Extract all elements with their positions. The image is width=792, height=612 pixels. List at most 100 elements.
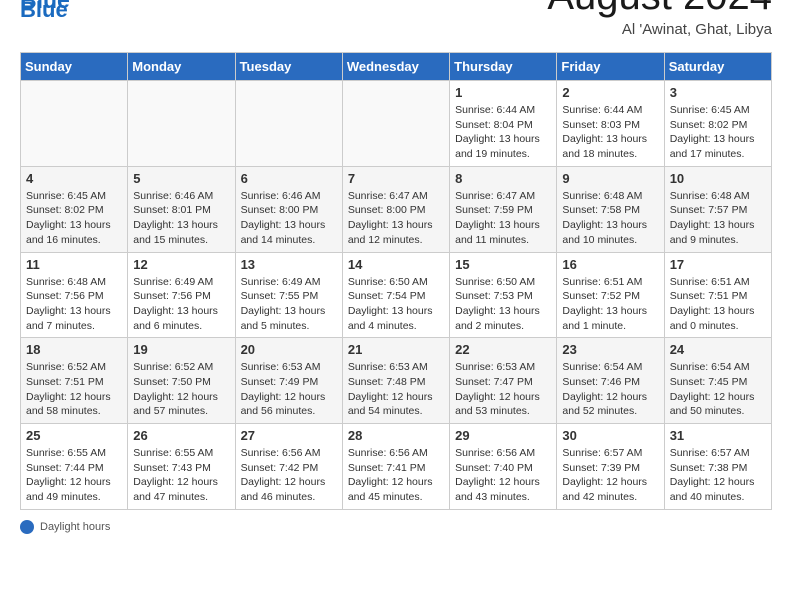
calendar-cell: 23 Sunrise: 6:54 AM Sunset: 7:46 PM Dayli… bbox=[557, 338, 664, 424]
day-info: Sunrise: 6:53 AM Sunset: 7:47 PM Dayligh… bbox=[455, 360, 551, 419]
logo-text-blue: Blue bbox=[20, 0, 70, 13]
day-number: 25 bbox=[26, 428, 122, 443]
day-info: Sunrise: 6:55 AM Sunset: 7:43 PM Dayligh… bbox=[133, 446, 229, 505]
day-info: Sunrise: 6:45 AM Sunset: 8:02 PM Dayligh… bbox=[26, 189, 122, 248]
calendar-cell: 30Sunrise: 6:57 AM Sunset: 7:39 PM Dayli… bbox=[557, 424, 664, 510]
day-info: Sunrise: 6:51 AM Sunset: 7:52 PM Dayligh… bbox=[562, 275, 658, 334]
daylight-label: Daylight hours bbox=[40, 521, 110, 533]
day-number: 15 bbox=[455, 257, 551, 272]
day-number: 21 bbox=[348, 342, 444, 357]
day-info: Sunrise: 6:56 AM Sunset: 7:41 PM Dayligh… bbox=[348, 446, 444, 505]
day-info: Sunrise: 6:50 AM Sunset: 7:54 PM Dayligh… bbox=[348, 275, 444, 334]
calendar-cell: 31 Sunrise: 6:57 AM Sunset: 7:38 PM Dayli… bbox=[664, 424, 771, 510]
calendar-cell: 7 Sunrise: 6:47 AM Sunset: 8:00 PM Daylig… bbox=[342, 166, 449, 252]
footer-dot-icon bbox=[20, 520, 34, 534]
calendar-cell: 18Sunrise: 6:52 AM Sunset: 7:51 PM Dayli… bbox=[21, 338, 128, 424]
calendar-week-row: 11 Sunrise: 6:48 AM Sunset: 7:56 PM Dayli… bbox=[21, 252, 772, 338]
day-number: 5 bbox=[133, 171, 229, 186]
day-info: Sunrise: 6:44 AM Sunset: 8:03 PM Dayligh… bbox=[562, 103, 658, 162]
calendar-table: SundayMondayTuesdayWednesdayThursdayFrid… bbox=[20, 52, 772, 510]
calendar-cell: 28 Sunrise: 6:56 AM Sunset: 7:41 PM Dayli… bbox=[342, 424, 449, 510]
calendar-day-header: Tuesday bbox=[235, 53, 342, 81]
day-number: 17 bbox=[670, 257, 766, 272]
day-number: 4 bbox=[26, 171, 122, 186]
day-info: Sunrise: 6:48 AM Sunset: 7:58 PM Dayligh… bbox=[562, 189, 658, 248]
day-info: Sunrise: 6:51 AM Sunset: 7:51 PM Dayligh… bbox=[670, 275, 766, 334]
calendar-cell: 5Sunrise: 6:46 AM Sunset: 8:01 PM Daylig… bbox=[128, 166, 235, 252]
day-info: Sunrise: 6:56 AM Sunset: 7:40 PM Dayligh… bbox=[455, 446, 551, 505]
day-info: Sunrise: 6:52 AM Sunset: 7:50 PM Dayligh… bbox=[133, 360, 229, 419]
calendar-cell: 24Sunrise: 6:54 AM Sunset: 7:45 PM Dayli… bbox=[664, 338, 771, 424]
day-number: 30 bbox=[562, 428, 658, 443]
day-info: Sunrise: 6:48 AM Sunset: 7:57 PM Dayligh… bbox=[670, 189, 766, 248]
calendar-cell: 12 Sunrise: 6:49 AM Sunset: 7:56 PM Dayli… bbox=[128, 252, 235, 338]
day-info: Sunrise: 6:54 AM Sunset: 7:46 PM Dayligh… bbox=[562, 360, 658, 419]
calendar-cell: 20 Sunrise: 6:53 AM Sunset: 7:49 PM Dayli… bbox=[235, 338, 342, 424]
day-number: 1 bbox=[455, 85, 551, 100]
calendar-cell bbox=[235, 81, 342, 167]
calendar-cell: 27 Sunrise: 6:56 AM Sunset: 7:42 PM Dayli… bbox=[235, 424, 342, 510]
calendar-cell: 6 Sunrise: 6:46 AM Sunset: 8:00 PM Daylig… bbox=[235, 166, 342, 252]
day-info: Sunrise: 6:47 AM Sunset: 7:59 PM Dayligh… bbox=[455, 189, 551, 248]
day-number: 18 bbox=[26, 342, 122, 357]
day-number: 7 bbox=[348, 171, 444, 186]
calendar-cell: 15Sunrise: 6:50 AM Sunset: 7:53 PM Dayli… bbox=[450, 252, 557, 338]
calendar-cell bbox=[342, 81, 449, 167]
day-info: Sunrise: 6:54 AM Sunset: 7:45 PM Dayligh… bbox=[670, 360, 766, 419]
calendar-cell: 10 Sunrise: 6:48 AM Sunset: 7:57 PM Dayli… bbox=[664, 166, 771, 252]
calendar-day-header: Wednesday bbox=[342, 53, 449, 81]
day-number: 2 bbox=[562, 85, 658, 100]
day-info: Sunrise: 6:44 AM Sunset: 8:04 PM Dayligh… bbox=[455, 103, 551, 162]
location-subtitle: Al 'Awinat, Ghat, Libya bbox=[547, 21, 772, 38]
calendar-cell: 9 Sunrise: 6:48 AM Sunset: 7:58 PM Daylig… bbox=[557, 166, 664, 252]
calendar-cell: 13 Sunrise: 6:49 AM Sunset: 7:55 PM Dayli… bbox=[235, 252, 342, 338]
calendar-week-row: 25 Sunrise: 6:55 AM Sunset: 7:44 PM Dayli… bbox=[21, 424, 772, 510]
day-info: Sunrise: 6:46 AM Sunset: 8:00 PM Dayligh… bbox=[241, 189, 337, 248]
calendar-cell: 3Sunrise: 6:45 AM Sunset: 8:02 PM Daylig… bbox=[664, 81, 771, 167]
calendar-week-row: 18Sunrise: 6:52 AM Sunset: 7:51 PM Dayli… bbox=[21, 338, 772, 424]
day-info: Sunrise: 6:45 AM Sunset: 8:02 PM Dayligh… bbox=[670, 103, 766, 162]
day-info: Sunrise: 6:53 AM Sunset: 7:48 PM Dayligh… bbox=[348, 360, 444, 419]
day-number: 20 bbox=[241, 342, 337, 357]
calendar-week-row: 4 Sunrise: 6:45 AM Sunset: 8:02 PM Daylig… bbox=[21, 166, 772, 252]
day-info: Sunrise: 6:56 AM Sunset: 7:42 PM Dayligh… bbox=[241, 446, 337, 505]
calendar-cell: 4 Sunrise: 6:45 AM Sunset: 8:02 PM Daylig… bbox=[21, 166, 128, 252]
day-number: 23 bbox=[562, 342, 658, 357]
day-info: Sunrise: 6:55 AM Sunset: 7:44 PM Dayligh… bbox=[26, 446, 122, 505]
calendar-cell: 21 Sunrise: 6:53 AM Sunset: 7:48 PM Dayli… bbox=[342, 338, 449, 424]
day-info: Sunrise: 6:47 AM Sunset: 8:00 PM Dayligh… bbox=[348, 189, 444, 248]
footer-note: Daylight hours bbox=[20, 520, 772, 534]
day-number: 28 bbox=[348, 428, 444, 443]
day-number: 19 bbox=[133, 342, 229, 357]
calendar-day-header: Friday bbox=[557, 53, 664, 81]
day-number: 12 bbox=[133, 257, 229, 272]
day-number: 14 bbox=[348, 257, 444, 272]
calendar-cell: 16 Sunrise: 6:51 AM Sunset: 7:52 PM Dayli… bbox=[557, 252, 664, 338]
calendar-day-header: Monday bbox=[128, 53, 235, 81]
calendar-cell: 8 Sunrise: 6:47 AM Sunset: 7:59 PM Daylig… bbox=[450, 166, 557, 252]
calendar-day-header: Saturday bbox=[664, 53, 771, 81]
day-info: Sunrise: 6:53 AM Sunset: 7:49 PM Dayligh… bbox=[241, 360, 337, 419]
day-number: 29 bbox=[455, 428, 551, 443]
calendar-cell: 25 Sunrise: 6:55 AM Sunset: 7:44 PM Dayli… bbox=[21, 424, 128, 510]
calendar-week-row: 1 Sunrise: 6:44 AM Sunset: 8:04 PM Daylig… bbox=[21, 81, 772, 167]
day-info: Sunrise: 6:48 AM Sunset: 7:56 PM Dayligh… bbox=[26, 275, 122, 334]
day-number: 27 bbox=[241, 428, 337, 443]
day-number: 6 bbox=[241, 171, 337, 186]
calendar-cell: 19 Sunrise: 6:52 AM Sunset: 7:50 PM Dayli… bbox=[128, 338, 235, 424]
calendar-cell: 22Sunrise: 6:53 AM Sunset: 7:47 PM Dayli… bbox=[450, 338, 557, 424]
calendar-cell: 2 Sunrise: 6:44 AM Sunset: 8:03 PM Daylig… bbox=[557, 81, 664, 167]
day-number: 16 bbox=[562, 257, 658, 272]
day-info: Sunrise: 6:49 AM Sunset: 7:55 PM Dayligh… bbox=[241, 275, 337, 334]
day-info: Sunrise: 6:49 AM Sunset: 7:56 PM Dayligh… bbox=[133, 275, 229, 334]
day-number: 8 bbox=[455, 171, 551, 186]
day-number: 31 bbox=[670, 428, 766, 443]
calendar-cell: 14 Sunrise: 6:50 AM Sunset: 7:54 PM Dayli… bbox=[342, 252, 449, 338]
day-number: 11 bbox=[26, 257, 122, 272]
day-number: 9 bbox=[562, 171, 658, 186]
day-number: 10 bbox=[670, 171, 766, 186]
calendar-body: 1 Sunrise: 6:44 AM Sunset: 8:04 PM Daylig… bbox=[21, 81, 772, 510]
day-number: 13 bbox=[241, 257, 337, 272]
calendar-cell: 1 Sunrise: 6:44 AM Sunset: 8:04 PM Daylig… bbox=[450, 81, 557, 167]
day-info: Sunrise: 6:57 AM Sunset: 7:38 PM Dayligh… bbox=[670, 446, 766, 505]
